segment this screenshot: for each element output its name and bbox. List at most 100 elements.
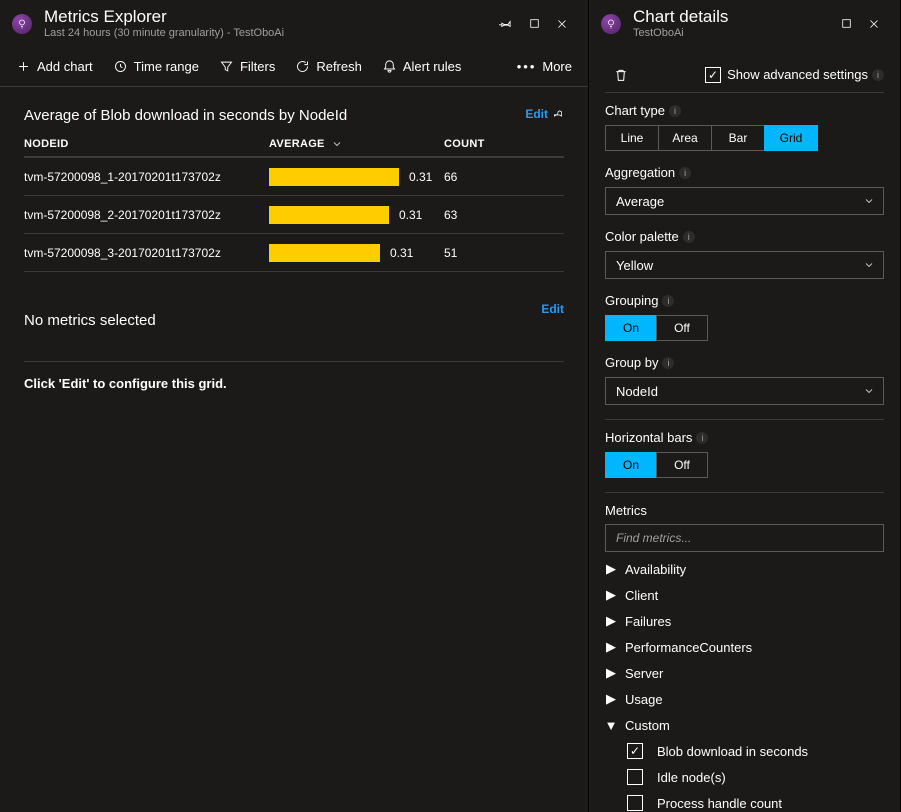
group-by-field: Group by i NodeId bbox=[605, 355, 884, 405]
chart2-config-msg: Click 'Edit' to configure this grid. bbox=[24, 361, 564, 405]
cell-average: 0.31 bbox=[269, 244, 444, 262]
chart-type-segmented: Line Area Bar Grid bbox=[605, 125, 884, 151]
left-titlebar: Metrics Explorer Last 24 hours (30 minut… bbox=[0, 0, 588, 47]
metric-label: Blob download in seconds bbox=[657, 744, 808, 759]
tree-usage[interactable]: ▶ Usage bbox=[605, 686, 884, 712]
grouping-off[interactable]: Off bbox=[656, 315, 708, 341]
info-icon[interactable]: i bbox=[679, 167, 691, 179]
cell-nodeid: tvm-57200098_2-20170201t173702z bbox=[24, 208, 269, 222]
info-icon[interactable]: i bbox=[662, 295, 674, 307]
tree-perf[interactable]: ▶PerformanceCounters bbox=[605, 634, 884, 660]
hbar-on[interactable]: On bbox=[605, 452, 657, 478]
avg-header-text: Average bbox=[269, 138, 325, 150]
alert-rules-label: Alert rules bbox=[403, 59, 462, 74]
chart-type-line[interactable]: Line bbox=[605, 125, 659, 151]
tree-availability[interactable]: ▶Availability bbox=[605, 556, 884, 582]
grouping-on[interactable]: On bbox=[605, 315, 657, 341]
details-top-row: Show advanced settings i bbox=[605, 57, 884, 93]
filters-button[interactable]: Filters bbox=[209, 47, 285, 86]
show-advanced-checkbox[interactable] bbox=[705, 67, 721, 83]
table-row[interactable]: tvm-57200098_3-20170201t173702z0.3151 bbox=[24, 234, 564, 272]
tree-server[interactable]: ▶Server bbox=[605, 660, 884, 686]
metrics-label: Metrics bbox=[605, 503, 647, 518]
info-icon[interactable]: i bbox=[696, 432, 708, 444]
col-node-header[interactable]: NodeId bbox=[24, 138, 269, 150]
metric-label: Process handle count bbox=[657, 796, 782, 811]
chart-type-bar[interactable]: Bar bbox=[711, 125, 765, 151]
maximize-icon[interactable] bbox=[832, 10, 860, 38]
palette-value: Yellow bbox=[616, 258, 653, 273]
table-row[interactable]: tvm-57200098_2-20170201t173702z0.3163 bbox=[24, 196, 564, 234]
pane-title: Metrics Explorer bbox=[44, 7, 284, 27]
chart2-edit-link[interactable]: Edit bbox=[541, 302, 564, 316]
delete-button[interactable] bbox=[605, 59, 637, 91]
alert-rules-button[interactable]: Alert rules bbox=[372, 47, 472, 86]
chart-type-grid[interactable]: Grid bbox=[764, 125, 818, 151]
info-icon[interactable]: i bbox=[872, 69, 884, 81]
app-icon bbox=[601, 14, 621, 34]
chart-details-pane: Chart details TestOboAi Show advanced se… bbox=[588, 0, 900, 812]
table-row[interactable]: tvm-57200098_1-20170201t173702z0.3166 bbox=[24, 158, 564, 196]
metric-idle-checkbox[interactable] bbox=[627, 769, 643, 785]
bar-icon bbox=[269, 206, 389, 224]
time-range-button[interactable]: Time range bbox=[103, 47, 209, 86]
metric-phc-checkbox[interactable] bbox=[627, 795, 643, 811]
chart-block-1: Average of Blob download in seconds by N… bbox=[24, 107, 564, 272]
grid-header: NodeId Average Count bbox=[24, 138, 564, 158]
refresh-button[interactable]: Refresh bbox=[285, 47, 372, 86]
pin-icon[interactable] bbox=[492, 10, 520, 38]
info-icon[interactable]: i bbox=[683, 231, 695, 243]
chart1-edit-link[interactable]: Edit bbox=[525, 107, 564, 121]
tree-label: Usage bbox=[625, 692, 663, 707]
aggregation-select[interactable]: Average bbox=[605, 187, 884, 215]
more-label: More bbox=[542, 59, 572, 74]
chevron-right-icon: ▶ bbox=[605, 691, 617, 707]
palette-label: Color palette bbox=[605, 229, 679, 244]
metric-blob-checkbox[interactable] bbox=[627, 743, 643, 759]
metric-label: Idle node(s) bbox=[657, 770, 726, 785]
group-by-select[interactable]: NodeId bbox=[605, 377, 884, 405]
tree-client[interactable]: ▶Client bbox=[605, 582, 884, 608]
grouping-toggle: On Off bbox=[605, 315, 884, 341]
tree-label: Client bbox=[625, 588, 658, 603]
chart-block-2: No metrics selected Edit Click 'Edit' to… bbox=[24, 302, 564, 405]
info-icon[interactable]: i bbox=[662, 357, 674, 369]
close-icon[interactable] bbox=[548, 10, 576, 38]
col-count-header[interactable]: Count bbox=[444, 138, 564, 150]
palette-select[interactable]: Yellow bbox=[605, 251, 884, 279]
chart2-title: No metrics selected bbox=[24, 312, 156, 329]
bar-icon bbox=[269, 244, 380, 262]
tree-custom[interactable]: ▼Custom bbox=[605, 712, 884, 738]
palette-field: Color palette i Yellow bbox=[605, 229, 884, 279]
tree-label: Failures bbox=[625, 614, 671, 629]
tree-label: PerformanceCounters bbox=[625, 640, 752, 655]
info-icon[interactable]: i bbox=[669, 105, 681, 117]
aggregation-value: Average bbox=[616, 194, 664, 209]
divider bbox=[605, 492, 884, 493]
chart-type-area[interactable]: Area bbox=[658, 125, 712, 151]
ellipsis-icon: ••• bbox=[517, 59, 537, 74]
hbar-label: Horizontal bars bbox=[605, 430, 692, 445]
details-title: Chart details bbox=[633, 7, 728, 27]
pin-icon bbox=[552, 108, 564, 120]
col-avg-header[interactable]: Average bbox=[269, 138, 444, 150]
close-icon[interactable] bbox=[860, 10, 888, 38]
metrics-tree: ▶Availability ▶Client ▶Failures ▶Perform… bbox=[605, 556, 884, 812]
metrics-search[interactable] bbox=[605, 524, 884, 552]
maximize-icon[interactable] bbox=[520, 10, 548, 38]
chevron-down-icon bbox=[863, 195, 875, 207]
hbar-off[interactable]: Off bbox=[656, 452, 708, 478]
group-by-label: Group by bbox=[605, 355, 658, 370]
add-chart-button[interactable]: Add chart bbox=[6, 47, 103, 86]
metrics-search-input[interactable] bbox=[614, 530, 875, 546]
metric-phc[interactable]: Process handle count bbox=[627, 790, 884, 812]
more-button[interactable]: ••• More bbox=[507, 47, 582, 86]
refresh-label: Refresh bbox=[316, 59, 362, 74]
add-chart-label: Add chart bbox=[37, 59, 93, 74]
tree-failures[interactable]: ▶Failures bbox=[605, 608, 884, 634]
metric-idle[interactable]: Idle node(s) bbox=[627, 764, 884, 790]
details-body: Show advanced settings i Chart type i Li… bbox=[589, 47, 900, 812]
divider bbox=[605, 419, 884, 420]
metric-blob[interactable]: Blob download in seconds bbox=[627, 738, 884, 764]
right-titlebar: Chart details TestOboAi bbox=[589, 0, 900, 47]
